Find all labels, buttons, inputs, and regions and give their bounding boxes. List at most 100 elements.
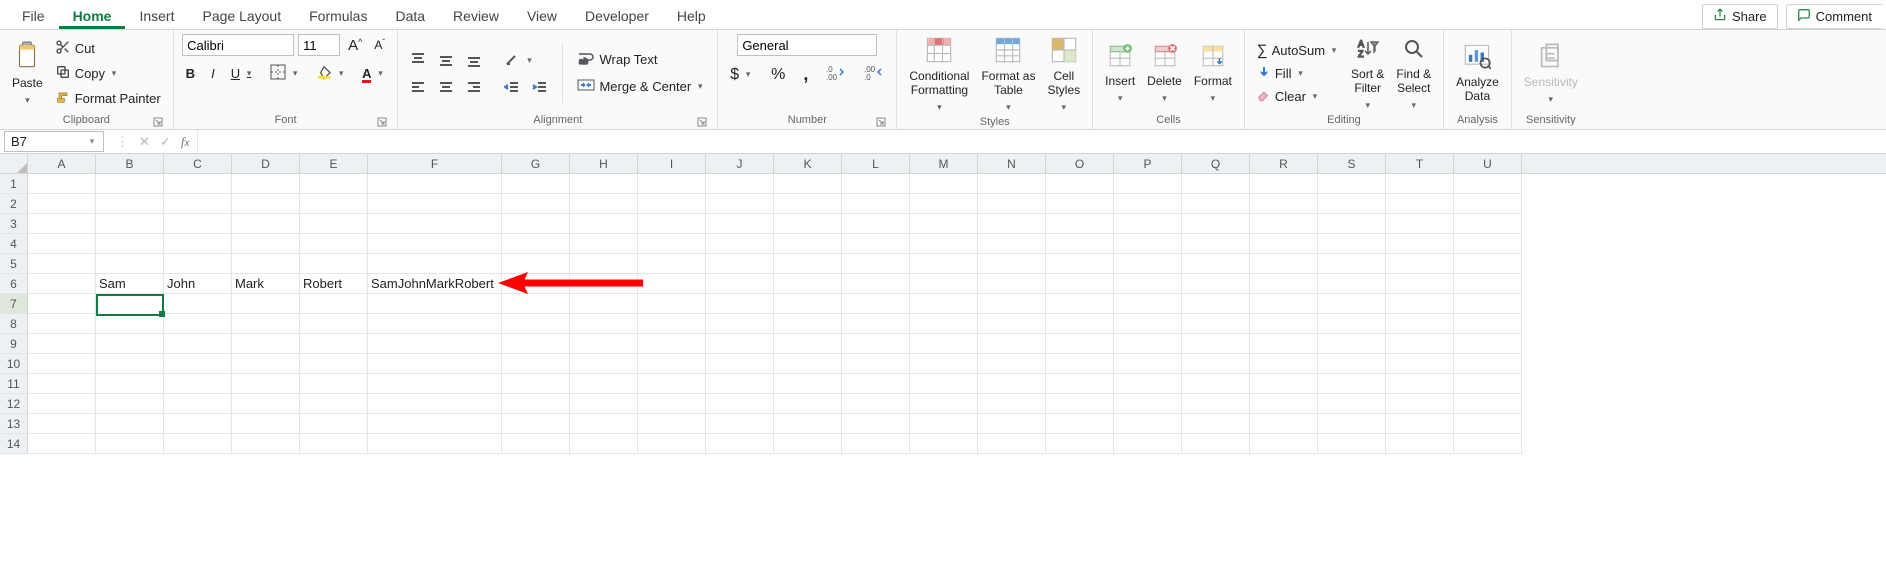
cell-R4[interactable] (1250, 234, 1318, 254)
cell-J4[interactable] (706, 234, 774, 254)
cell-F14[interactable] (368, 434, 502, 454)
cell-S9[interactable] (1318, 334, 1386, 354)
cell-C12[interactable] (164, 394, 232, 414)
cell-N10[interactable] (978, 354, 1046, 374)
cell-N5[interactable] (978, 254, 1046, 274)
cell-F1[interactable] (368, 174, 502, 194)
cell-M10[interactable] (910, 354, 978, 374)
row-header-6[interactable]: 6 (0, 274, 28, 294)
fill-button[interactable]: Fill▾ (1253, 63, 1343, 84)
cell-B12[interactable] (96, 394, 164, 414)
dialog-launcher-alignment[interactable] (697, 117, 707, 127)
cell-E1[interactable] (300, 174, 368, 194)
cell-U2[interactable] (1454, 194, 1522, 214)
format-painter-button[interactable]: Format Painter (51, 87, 165, 110)
dialog-launcher-font[interactable] (377, 117, 387, 127)
column-header-S[interactable]: S (1318, 154, 1386, 173)
cell-A11[interactable] (28, 374, 96, 394)
cell-J8[interactable] (706, 314, 774, 334)
row-header-14[interactable]: 14 (0, 434, 28, 454)
cell-L8[interactable] (842, 314, 910, 334)
cell-C3[interactable] (164, 214, 232, 234)
cell-T12[interactable] (1386, 394, 1454, 414)
cell-O3[interactable] (1046, 214, 1114, 234)
cell-J2[interactable] (706, 194, 774, 214)
cell-F9[interactable] (368, 334, 502, 354)
format-as-table-button[interactable]: Format as Table▾ (977, 34, 1039, 114)
cell-B3[interactable] (96, 214, 164, 234)
column-header-B[interactable]: B (96, 154, 164, 173)
cell-C1[interactable] (164, 174, 232, 194)
cell-M1[interactable] (910, 174, 978, 194)
cell-O9[interactable] (1046, 334, 1114, 354)
cell-L4[interactable] (842, 234, 910, 254)
name-box[interactable]: B7 ▾ (4, 131, 104, 152)
select-all-corner[interactable] (0, 154, 28, 173)
cell-A4[interactable] (28, 234, 96, 254)
cell-S3[interactable] (1318, 214, 1386, 234)
cell-D11[interactable] (232, 374, 300, 394)
bold-button[interactable]: B (182, 64, 199, 83)
cell-A2[interactable] (28, 194, 96, 214)
cell-R10[interactable] (1250, 354, 1318, 374)
cell-K5[interactable] (774, 254, 842, 274)
cell-Q13[interactable] (1182, 414, 1250, 434)
cell-M6[interactable] (910, 274, 978, 294)
cell-G2[interactable] (502, 194, 570, 214)
cell-P12[interactable] (1114, 394, 1182, 414)
cell-O13[interactable] (1046, 414, 1114, 434)
cell-P7[interactable] (1114, 294, 1182, 314)
column-header-Q[interactable]: Q (1182, 154, 1250, 173)
italic-button[interactable]: I (207, 64, 219, 83)
cell-J9[interactable] (706, 334, 774, 354)
cell-R5[interactable] (1250, 254, 1318, 274)
cell-M14[interactable] (910, 434, 978, 454)
cell-G5[interactable] (502, 254, 570, 274)
fx-icon[interactable]: fx (181, 134, 190, 150)
insert-cells-button[interactable]: Insert▾ (1101, 41, 1139, 105)
cell-O10[interactable] (1046, 354, 1114, 374)
cell-R1[interactable] (1250, 174, 1318, 194)
cell-F10[interactable] (368, 354, 502, 374)
cell-U7[interactable] (1454, 294, 1522, 314)
accounting-format-button[interactable]: $▾ (726, 64, 757, 86)
cell-G12[interactable] (502, 394, 570, 414)
cell-U1[interactable] (1454, 174, 1522, 194)
cell-L13[interactable] (842, 414, 910, 434)
cell-B1[interactable] (96, 174, 164, 194)
cell-B7[interactable] (96, 294, 164, 316)
row-header-9[interactable]: 9 (0, 334, 28, 354)
cell-H11[interactable] (570, 374, 638, 394)
cell-C7[interactable] (164, 294, 232, 314)
dialog-launcher-number[interactable] (876, 117, 886, 127)
tab-review[interactable]: Review (439, 2, 513, 29)
row-header-5[interactable]: 5 (0, 254, 28, 274)
cell-Q14[interactable] (1182, 434, 1250, 454)
cell-B14[interactable] (96, 434, 164, 454)
cell-P5[interactable] (1114, 254, 1182, 274)
cell-M12[interactable] (910, 394, 978, 414)
cell-E9[interactable] (300, 334, 368, 354)
cell-Q7[interactable] (1182, 294, 1250, 314)
column-header-I[interactable]: I (638, 154, 706, 173)
column-header-H[interactable]: H (570, 154, 638, 173)
cell-M13[interactable] (910, 414, 978, 434)
cell-N12[interactable] (978, 394, 1046, 414)
cell-R8[interactable] (1250, 314, 1318, 334)
comma-format-button[interactable]: , (799, 62, 812, 87)
tab-formulas[interactable]: Formulas (295, 2, 381, 29)
column-header-A[interactable]: A (28, 154, 96, 173)
cell-E8[interactable] (300, 314, 368, 334)
cell-A8[interactable] (28, 314, 96, 334)
cell-P4[interactable] (1114, 234, 1182, 254)
cell-P10[interactable] (1114, 354, 1182, 374)
cell-N2[interactable] (978, 194, 1046, 214)
row-header-10[interactable]: 10 (0, 354, 28, 374)
cell-D7[interactable] (232, 294, 300, 314)
cell-F3[interactable] (368, 214, 502, 234)
cell-J13[interactable] (706, 414, 774, 434)
cell-J14[interactable] (706, 434, 774, 454)
cell-I5[interactable] (638, 254, 706, 274)
cell-U12[interactable] (1454, 394, 1522, 414)
cell-A3[interactable] (28, 214, 96, 234)
